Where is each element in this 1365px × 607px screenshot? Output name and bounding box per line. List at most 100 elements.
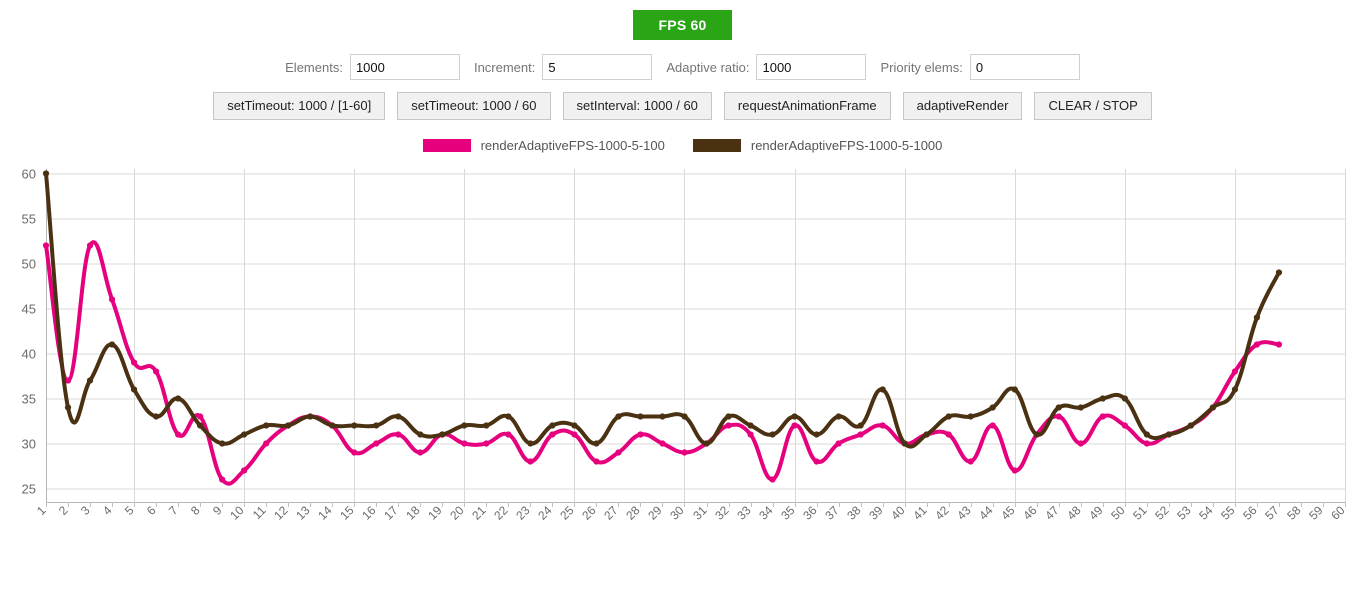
series-point (571, 422, 578, 429)
x-axis-tick-label: 48 (1064, 503, 1084, 523)
series-point (263, 422, 270, 429)
set-interval-60-button[interactable]: setInterval: 1000 / 60 (562, 92, 712, 120)
series-point (637, 413, 644, 420)
y-axis-tick-label: 60 (22, 167, 36, 182)
series-point (1055, 413, 1062, 420)
set-timeout-60-button[interactable]: setTimeout: 1000 / 60 (397, 92, 551, 120)
series-point (1121, 422, 1128, 429)
series-point (769, 476, 776, 483)
series-point (1077, 404, 1084, 411)
series-point (813, 458, 820, 465)
chart-canvas: 25303540455055601 2 3 4 5 6 7 8 9 10 11 12 13 14 15 16 1… (22, 167, 1348, 523)
x-axis-tick-label: 35 (778, 503, 798, 523)
x-axis-tick-label: 47 (1042, 503, 1062, 523)
x-axis-tick-label: 32 (712, 503, 732, 523)
x-axis-tick-label: 56 (1240, 503, 1260, 523)
clear-stop-button[interactable]: CLEAR / STOP (1034, 92, 1152, 120)
x-axis-tick-label: 54 (1196, 503, 1216, 523)
controls-inputs-row: Elements: Increment: Adaptive ratio: Pri… (0, 54, 1365, 80)
series-point (329, 422, 336, 429)
series-point (725, 413, 732, 420)
series-point (64, 404, 72, 411)
set-timeout-range-button[interactable]: setTimeout: 1000 / [1-60] (213, 92, 386, 120)
series-point (108, 296, 116, 303)
series-point (769, 431, 776, 438)
x-axis-tick-label: 31 (690, 503, 710, 523)
series-point (285, 422, 292, 429)
x-axis-tick-label: 58 (1284, 503, 1304, 523)
series-point (1121, 395, 1128, 402)
series-point (1209, 404, 1216, 411)
series-point (615, 413, 622, 420)
x-axis-tick-label: 53 (1174, 503, 1194, 523)
elements-input[interactable] (349, 54, 460, 80)
x-axis-tick-label: 19 (425, 503, 445, 523)
x-axis-tick-label: 59 (1306, 503, 1326, 523)
fps-status-badge[interactable]: FPS 60 (632, 10, 733, 40)
series-point (901, 440, 908, 447)
series-point (219, 476, 226, 483)
y-axis-tick-label: 45 (22, 302, 36, 317)
label-elements: Elements: (285, 59, 343, 75)
series-point (483, 440, 490, 447)
series-point (130, 386, 138, 393)
label-priority-elems: Priority elems: (880, 59, 963, 75)
series-point (395, 431, 402, 438)
series-point (637, 431, 644, 438)
series-point (989, 422, 996, 429)
increment-input[interactable] (542, 54, 653, 80)
y-axis-tick-label: 50 (22, 257, 36, 272)
x-axis-tick-label: 25 (557, 503, 577, 523)
series-point (1055, 404, 1062, 411)
x-axis-tick-label: 55 (1218, 503, 1238, 523)
series-point (505, 431, 512, 438)
series-point (1165, 431, 1172, 438)
series-point (857, 422, 864, 429)
series-point (241, 431, 248, 438)
series-point (1231, 368, 1239, 375)
series-point (1033, 431, 1040, 438)
series-point (42, 170, 50, 177)
series-point (86, 377, 94, 384)
x-axis-tick-label: 52 (1152, 503, 1172, 523)
series-point (1099, 413, 1106, 420)
field-elements: Elements: (285, 54, 460, 80)
series-point (967, 458, 974, 465)
x-axis-tick-label: 34 (756, 503, 776, 523)
x-axis-tick-label: 38 (844, 503, 864, 523)
x-axis-tick-label: 22 (491, 503, 511, 523)
series-point (659, 440, 666, 447)
x-axis-tick-label: 16 (359, 503, 379, 523)
x-axis-tick-label: 30 (667, 503, 687, 523)
series-point (197, 422, 204, 429)
series-point (197, 413, 204, 420)
legend-label-series-1: renderAdaptiveFPS-1000-5-100 (480, 138, 665, 153)
legend-item-series-1[interactable]: renderAdaptiveFPS-1000-5-100 (422, 138, 665, 153)
y-axis-tick-label: 35 (22, 392, 36, 407)
series-point (417, 449, 424, 456)
series-point (747, 431, 754, 438)
legend-item-series-2[interactable]: renderAdaptiveFPS-1000-5-1000 (692, 138, 942, 153)
series-point (263, 440, 270, 447)
series-point (725, 422, 732, 429)
priority-elems-input[interactable] (969, 54, 1080, 80)
series-point (835, 413, 842, 420)
series-point (857, 431, 864, 438)
series-point (351, 449, 358, 456)
series-point (373, 440, 380, 447)
series-point (1253, 314, 1261, 321)
x-axis-tick-label: 29 (645, 503, 665, 523)
series-point (1275, 341, 1283, 348)
series-point (152, 413, 160, 420)
series-point (681, 413, 688, 420)
y-axis-tick-label: 40 (22, 347, 36, 362)
series-point (86, 242, 94, 249)
series-point (593, 440, 600, 447)
x-axis-tick-label: 14 (315, 503, 335, 523)
adaptive-render-button[interactable]: adaptiveRender (902, 92, 1023, 120)
series-point (483, 422, 490, 429)
series-point (747, 422, 754, 429)
adaptive-ratio-input[interactable] (756, 54, 867, 80)
label-adaptive-ratio: Adaptive ratio: (666, 59, 750, 75)
request-animation-frame-button[interactable]: requestAnimationFrame (723, 92, 891, 120)
